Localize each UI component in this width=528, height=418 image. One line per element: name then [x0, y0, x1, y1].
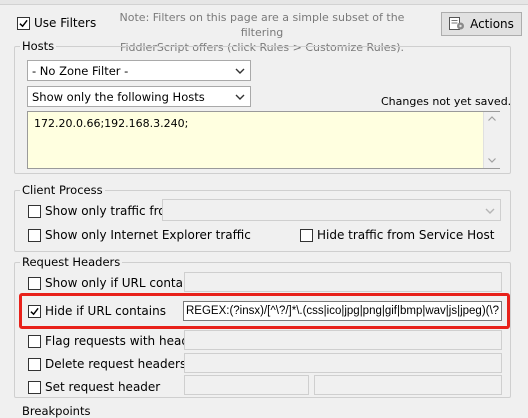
- host-list-textarea[interactable]: 172.20.0.66;192.168.3.240;: [27, 111, 500, 169]
- use-filters-label: Use Filters: [34, 16, 97, 30]
- actions-label: Actions: [470, 17, 514, 31]
- process-select[interactable]: [162, 199, 501, 221]
- hide-service-host-label: Hide traffic from Service Host: [317, 228, 495, 242]
- host-filter-value: Show only the following Hosts: [32, 89, 205, 104]
- chevron-down-icon: [235, 94, 245, 100]
- set-header-checkbox[interactable]: [28, 381, 41, 394]
- flag-requests-checkbox[interactable]: [28, 335, 41, 348]
- show-only-ie-checkbox[interactable]: [28, 229, 41, 242]
- tab-strip: [0, 0, 528, 5]
- flag-requests-input[interactable]: [184, 330, 502, 350]
- host-list-scrollbar[interactable]: [483, 112, 500, 168]
- hosts-legend: Hosts: [20, 39, 57, 53]
- host-filter-select[interactable]: Show only the following Hosts: [27, 86, 251, 107]
- actions-icon: [449, 17, 465, 30]
- set-header-value-input[interactable]: [314, 375, 502, 395]
- breakpoints-legend: Breakpoints: [20, 404, 93, 418]
- show-only-traffic-from-label: Show only traffic from: [45, 204, 178, 218]
- checkmark-icon: [19, 19, 28, 28]
- show-only-traffic-from-checkbox[interactable]: [28, 205, 41, 218]
- show-only-ie-label: Show only Internet Explorer traffic: [45, 228, 251, 242]
- request-headers-legend: Request Headers: [20, 255, 123, 269]
- scroll-up-icon: [488, 116, 496, 121]
- chevron-down-icon: [235, 68, 245, 74]
- changes-status: Changes not yet saved.: [381, 95, 512, 108]
- show-only-if-url-input[interactable]: [184, 272, 502, 292]
- client-process-legend: Client Process: [20, 183, 105, 197]
- zone-filter-select[interactable]: - No Zone Filter -: [27, 60, 251, 81]
- hide-service-host-checkbox[interactable]: [300, 229, 313, 242]
- show-only-if-url-checkbox[interactable]: [28, 277, 41, 290]
- delete-headers-checkbox[interactable]: [28, 358, 41, 371]
- checkmark-icon: [30, 307, 39, 316]
- delete-headers-input[interactable]: [184, 353, 502, 373]
- set-header-label: Set request header: [45, 380, 161, 394]
- use-filters-checkbox[interactable]: [17, 17, 30, 30]
- set-header-name-input[interactable]: [184, 375, 309, 395]
- zone-filter-value: - No Zone Filter -: [32, 63, 129, 78]
- host-list-value: 172.20.0.66;192.168.3.240;: [34, 117, 189, 130]
- hide-if-url-label: Hide if URL contains: [45, 304, 166, 318]
- delete-headers-label: Delete request headers: [45, 357, 187, 371]
- chevron-down-icon: [485, 208, 495, 214]
- show-only-if-url-label: Show only if URL contains: [45, 276, 201, 290]
- hide-if-url-input[interactable]: REGEX:(?insx)/[^\?/]*\.(css|ico|jpg|png|…: [183, 301, 502, 321]
- hide-if-url-checkbox[interactable]: [28, 305, 41, 318]
- actions-button[interactable]: Actions: [441, 12, 522, 36]
- scroll-down-icon: [488, 158, 496, 163]
